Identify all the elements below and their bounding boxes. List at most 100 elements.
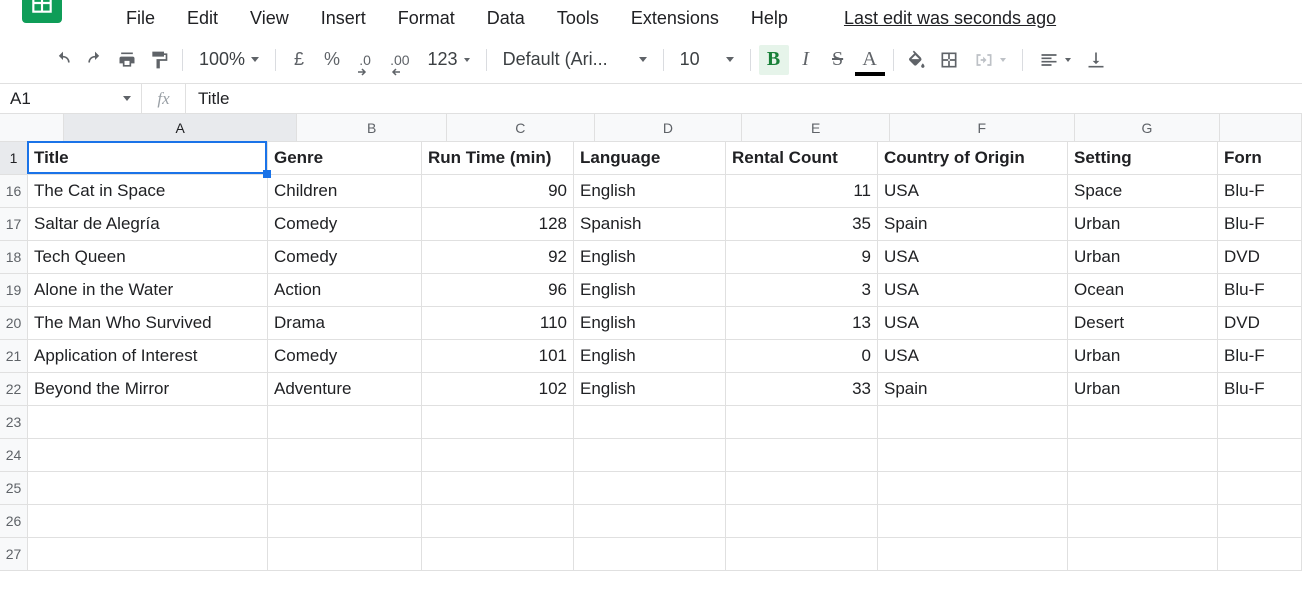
cell[interactable]: Adventure xyxy=(268,373,422,406)
row-header-23[interactable]: 23 xyxy=(0,406,28,439)
cell[interactable]: Spanish xyxy=(574,208,726,241)
cell[interactable]: English xyxy=(574,373,726,406)
menu-data[interactable]: Data xyxy=(473,4,539,33)
bold-button[interactable]: B xyxy=(759,45,789,75)
cell[interactable]: Tech Queen xyxy=(28,241,268,274)
cell[interactable]: The Man Who Survived xyxy=(28,307,268,340)
cell[interactable]: USA xyxy=(878,340,1068,373)
cell[interactable]: 128 xyxy=(422,208,574,241)
cell[interactable] xyxy=(422,439,574,472)
cell[interactable]: English xyxy=(574,340,726,373)
cell[interactable] xyxy=(878,538,1068,571)
cell[interactable]: Run Time (min) xyxy=(422,142,574,175)
cell[interactable] xyxy=(1218,472,1302,505)
column-header-F[interactable]: F xyxy=(890,114,1075,142)
cell[interactable]: Comedy xyxy=(268,208,422,241)
paint-format-button[interactable] xyxy=(144,45,174,75)
cell[interactable] xyxy=(422,505,574,538)
merge-cells-dropdown[interactable] xyxy=(966,45,1014,75)
cell[interactable] xyxy=(1218,406,1302,439)
currency-button[interactable]: £ xyxy=(284,45,314,75)
cell[interactable]: USA xyxy=(878,241,1068,274)
cell[interactable] xyxy=(878,406,1068,439)
strikethrough-button[interactable]: S xyxy=(823,45,853,75)
cell[interactable]: Rental Count xyxy=(726,142,878,175)
cell[interactable] xyxy=(28,406,268,439)
cell[interactable] xyxy=(28,505,268,538)
cell[interactable]: Children xyxy=(268,175,422,208)
cell[interactable]: Language xyxy=(574,142,726,175)
cell[interactable] xyxy=(1068,406,1218,439)
cell[interactable] xyxy=(1068,472,1218,505)
row-header-19[interactable]: 19 xyxy=(0,274,28,307)
cell[interactable]: Urban xyxy=(1068,373,1218,406)
menu-edit[interactable]: Edit xyxy=(173,4,232,33)
decrease-decimal-button[interactable]: .0 xyxy=(350,45,380,75)
number-format-dropdown[interactable]: 123 xyxy=(420,45,478,75)
cell[interactable] xyxy=(268,439,422,472)
select-all-corner[interactable] xyxy=(0,114,64,142)
cell[interactable]: USA xyxy=(878,175,1068,208)
cell[interactable] xyxy=(726,439,878,472)
cell[interactable]: Forn xyxy=(1218,142,1302,175)
cell[interactable]: Urban xyxy=(1068,208,1218,241)
name-box[interactable]: A1 xyxy=(0,84,142,113)
cell[interactable]: 110 xyxy=(422,307,574,340)
cell[interactable] xyxy=(1218,505,1302,538)
cell[interactable] xyxy=(1068,505,1218,538)
cell[interactable]: Blu-F xyxy=(1218,175,1302,208)
cell[interactable]: Beyond the Mirror xyxy=(28,373,268,406)
undo-button[interactable] xyxy=(48,45,78,75)
cell[interactable]: Spain xyxy=(878,373,1068,406)
cell[interactable]: English xyxy=(574,241,726,274)
cell[interactable]: Blu-F xyxy=(1218,274,1302,307)
cell[interactable]: 0 xyxy=(726,340,878,373)
column-header-G[interactable]: G xyxy=(1075,114,1221,142)
cell[interactable]: USA xyxy=(878,274,1068,307)
row-header-18[interactable]: 18 xyxy=(0,241,28,274)
cell[interactable] xyxy=(422,538,574,571)
row-header-25[interactable]: 25 xyxy=(0,472,28,505)
cell[interactable] xyxy=(574,505,726,538)
cell[interactable] xyxy=(28,472,268,505)
cell[interactable] xyxy=(574,406,726,439)
cell[interactable]: Urban xyxy=(1068,241,1218,274)
cell[interactable] xyxy=(268,505,422,538)
row-header-22[interactable]: 22 xyxy=(0,373,28,406)
cell[interactable]: Comedy xyxy=(268,340,422,373)
cell[interactable]: Comedy xyxy=(268,241,422,274)
cell[interactable]: English xyxy=(574,274,726,307)
cell[interactable]: Setting xyxy=(1068,142,1218,175)
cell[interactable]: English xyxy=(574,307,726,340)
cell[interactable] xyxy=(574,538,726,571)
menu-file[interactable]: File xyxy=(112,4,169,33)
cell[interactable]: Saltar de Alegría xyxy=(28,208,268,241)
column-header-E[interactable]: E xyxy=(742,114,890,142)
cell[interactable]: Action xyxy=(268,274,422,307)
cell[interactable] xyxy=(28,439,268,472)
cell[interactable]: English xyxy=(574,175,726,208)
cell[interactable]: USA xyxy=(878,307,1068,340)
menu-insert[interactable]: Insert xyxy=(307,4,380,33)
cell[interactable]: 96 xyxy=(422,274,574,307)
cell[interactable]: Country of Origin xyxy=(878,142,1068,175)
cell[interactable]: DVD xyxy=(1218,241,1302,274)
cell[interactable] xyxy=(422,472,574,505)
menu-format[interactable]: Format xyxy=(384,4,469,33)
cell[interactable]: Title xyxy=(28,142,268,175)
column-header-blank[interactable] xyxy=(1220,114,1302,142)
column-header-A[interactable]: A xyxy=(64,114,297,142)
cell[interactable]: Urban xyxy=(1068,340,1218,373)
cell[interactable]: 90 xyxy=(422,175,574,208)
cell[interactable] xyxy=(1068,538,1218,571)
increase-decimal-button[interactable]: .00 xyxy=(382,45,417,75)
zoom-dropdown[interactable]: 100% xyxy=(191,45,267,75)
cell[interactable]: Desert xyxy=(1068,307,1218,340)
row-header-1[interactable]: 1 xyxy=(0,142,28,175)
column-header-C[interactable]: C xyxy=(447,114,595,142)
cell[interactable]: 11 xyxy=(726,175,878,208)
text-color-button[interactable]: A xyxy=(855,45,885,75)
row-header-21[interactable]: 21 xyxy=(0,340,28,373)
cell[interactable] xyxy=(1218,538,1302,571)
row-header-17[interactable]: 17 xyxy=(0,208,28,241)
